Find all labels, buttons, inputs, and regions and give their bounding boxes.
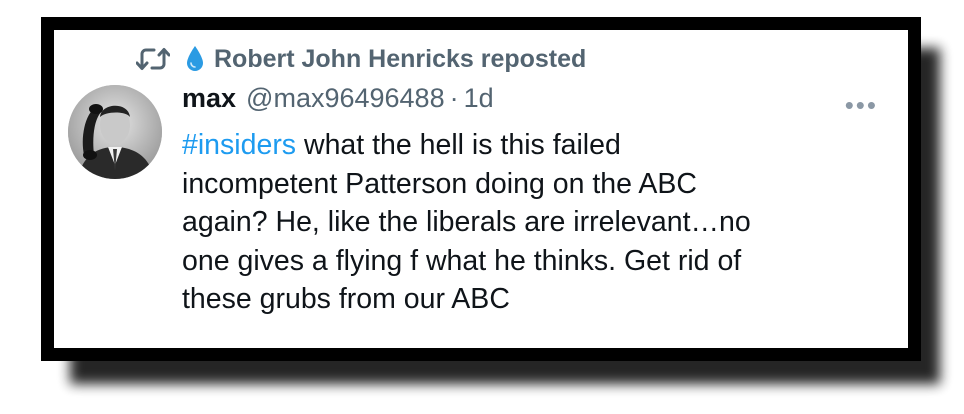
repost-label: Robert John Henricks reposted (214, 44, 587, 73)
tweet-text: #insiders what the hell is this failed i… (182, 126, 882, 319)
more-options-icon[interactable]: ••• (845, 92, 878, 118)
repost-indicator[interactable]: Robert John Henricks reposted (135, 44, 587, 74)
hashtag-link[interactable]: #insiders (182, 129, 296, 161)
tweet-card[interactable]: Robert John Henricks reposted max @max96… (54, 30, 908, 348)
droplet-icon (186, 45, 204, 73)
avatar[interactable] (68, 85, 162, 179)
tweet-line-text: what the hell is this failed (296, 129, 621, 161)
tweet-line: again? He, like the liberals are irrelev… (182, 206, 751, 238)
tweet-line: incompetent Patterson doing on the ABC (182, 167, 697, 200)
tweet-header: max @max96496488 · 1d (182, 83, 494, 117)
repost-icon (135, 46, 171, 72)
tweet-line: #insiders what the hell is this failed (182, 126, 882, 165)
header-separator: · (449, 83, 459, 113)
screenshot-stage: Robert John Henricks reposted max @max96… (0, 0, 964, 414)
tweet-line: these grubs from our ABC (182, 283, 510, 315)
author-handle[interactable]: @max96496488 (246, 83, 445, 114)
author-name[interactable]: max (182, 83, 236, 114)
tweet-line: one gives a flying f what he thinks. Get… (182, 244, 742, 277)
post-age[interactable]: 1d (464, 83, 494, 114)
